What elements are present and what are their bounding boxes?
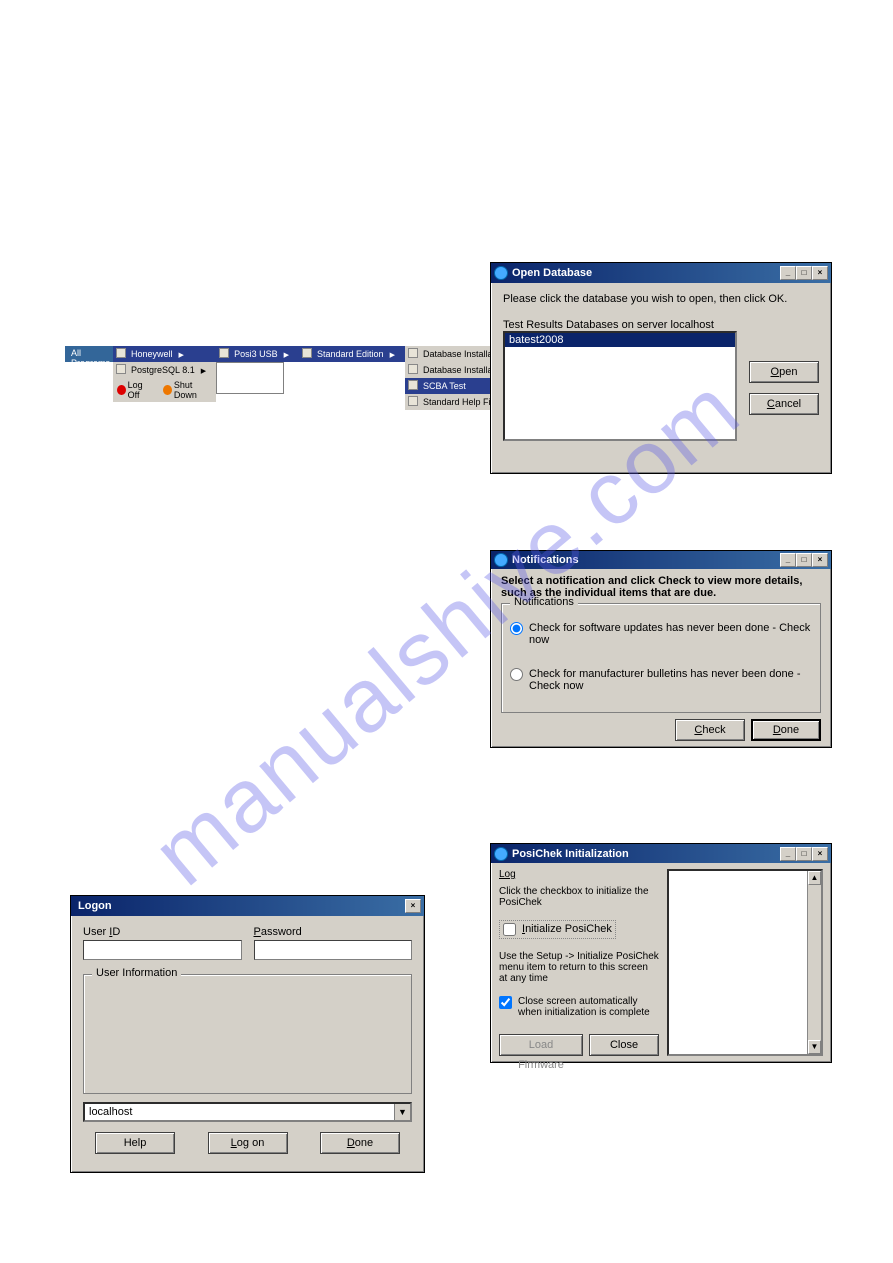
database-listbox[interactable]: batest2008: [503, 331, 737, 441]
scroll-up-icon[interactable]: ▲: [808, 871, 821, 885]
radio-label-1: Check for software updates has never bee…: [529, 622, 812, 646]
load-firmware-button: Load Firmware: [499, 1034, 583, 1056]
scrollbar[interactable]: ▲ ▼: [807, 871, 821, 1054]
init-checkbox[interactable]: [503, 923, 516, 936]
posichek-init-dialog: PosiChek Initialization _ □ × Log Click …: [490, 843, 832, 1063]
title-posichek-init: PosiChek Initialization: [512, 848, 780, 860]
app-icon: [494, 266, 508, 280]
log-link[interactable]: Log: [499, 869, 659, 880]
title-logon: Logon: [74, 900, 405, 912]
auto-close-checkbox[interactable]: [499, 996, 512, 1009]
title-open-database: Open Database: [512, 267, 780, 279]
help-button[interactable]: Help: [95, 1132, 175, 1154]
auto-close-check[interactable]: Close screen automatically when initiali…: [499, 996, 659, 1018]
close-button[interactable]: ×: [812, 266, 828, 280]
maximize-button[interactable]: □: [796, 847, 812, 861]
user-id-label: User ID: [83, 926, 242, 938]
password-field[interactable]: [254, 940, 413, 960]
shutdown-button[interactable]: Shut Down: [163, 380, 212, 400]
check-button[interactable]: Check: [675, 719, 745, 741]
close-button[interactable]: ×: [405, 899, 421, 913]
close-dialog-button[interactable]: Close: [589, 1034, 659, 1056]
user-id-field[interactable]: [83, 940, 242, 960]
minimize-button[interactable]: _: [780, 266, 796, 280]
logon-dialog: Logon × User ID Password User Informatio…: [70, 895, 425, 1173]
maximize-button[interactable]: □: [796, 266, 812, 280]
scroll-down-icon[interactable]: ▼: [808, 1040, 821, 1054]
user-info-group: User Information: [92, 967, 181, 979]
title-notifications: Notifications: [512, 554, 780, 566]
menu-honeywell[interactable]: Honeywell: [113, 346, 216, 362]
done-button[interactable]: Done: [751, 719, 821, 741]
maximize-button[interactable]: □: [796, 553, 812, 567]
minimize-button[interactable]: _: [780, 847, 796, 861]
app-icon: [494, 847, 508, 861]
menu-posi3usb[interactable]: Posi3 USB: [216, 346, 299, 362]
log-panel[interactable]: ▲ ▼: [667, 869, 823, 1056]
password-label: Password: [254, 926, 413, 938]
list-label: Test Results Databases on server localho…: [503, 319, 819, 331]
app-icon: [494, 553, 508, 567]
chevron-down-icon[interactable]: ▼: [394, 1104, 410, 1120]
done-button[interactable]: Done: [320, 1132, 400, 1154]
db-item-batest2008[interactable]: batest2008: [505, 333, 735, 347]
menu-postgresql[interactable]: PostgreSQL 8.1: [113, 362, 216, 378]
close-button[interactable]: ×: [812, 847, 828, 861]
group-label: Notifications: [510, 596, 578, 608]
logoff-button[interactable]: Log Off: [117, 380, 153, 400]
menu-standard-edition[interactable]: Standard Edition: [299, 346, 405, 362]
instruction-2: Use the Setup -> Initialize PosiChek men…: [499, 951, 659, 984]
radio-manufacturer-bulletins[interactable]: Check for manufacturer bulletins has nev…: [510, 668, 812, 692]
minimize-button[interactable]: _: [780, 553, 796, 567]
instruction-1: Click the checkbox to initialize the Pos…: [499, 886, 659, 908]
cancel-button[interactable]: Cancel: [749, 393, 819, 415]
instruction-text: Please click the database you wish to op…: [503, 293, 819, 305]
notifications-dialog: Notifications _ □ × Select a notificatio…: [490, 550, 832, 748]
server-dropdown[interactable]: localhost ▼: [83, 1102, 412, 1122]
init-posichek-check[interactable]: Initialize PosiChek: [499, 920, 616, 939]
radio-software-updates[interactable]: Check for software updates has never bee…: [510, 622, 812, 646]
init-label: Initialize PosiChek: [522, 923, 612, 935]
open-button[interactable]: Open: [749, 361, 819, 383]
radio-input-2[interactable]: [510, 668, 523, 681]
close-button[interactable]: ×: [812, 553, 828, 567]
server-value: localhost: [85, 1104, 394, 1120]
auto-close-label: Close screen automatically when initiali…: [518, 996, 659, 1018]
all-programs-button[interactable]: All Programs: [65, 346, 113, 362]
radio-label-2: Check for manufacturer bulletins has nev…: [529, 668, 812, 692]
radio-input-1[interactable]: [510, 622, 523, 635]
open-database-dialog: Open Database _ □ × Please click the dat…: [490, 262, 832, 474]
logon-button[interactable]: Log on: [208, 1132, 288, 1154]
